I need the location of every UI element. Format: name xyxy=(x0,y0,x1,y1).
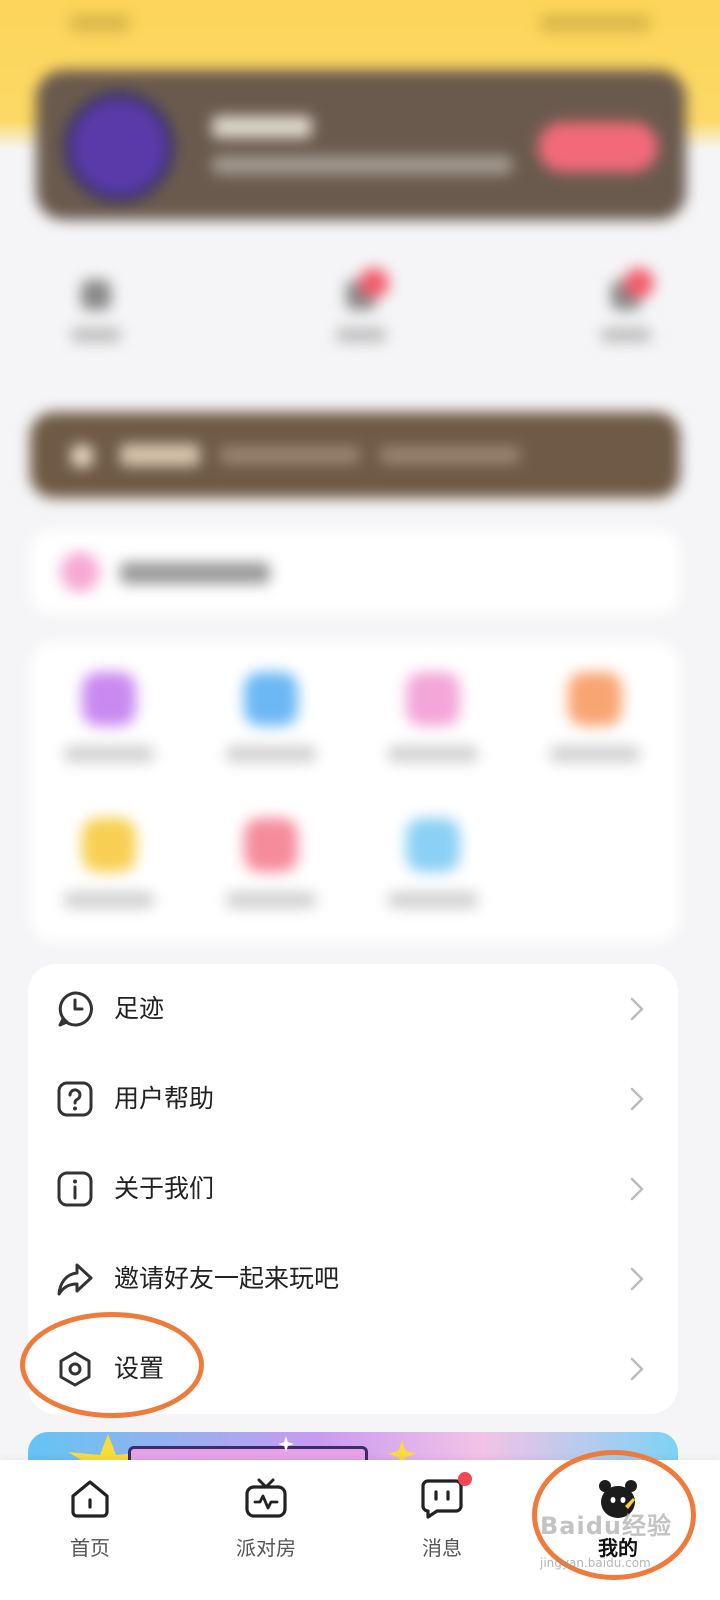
stat-icon xyxy=(81,280,111,310)
feature-label xyxy=(388,892,478,908)
feature-item[interactable] xyxy=(378,792,488,908)
chevron-right-icon xyxy=(630,1177,644,1201)
info-icon xyxy=(57,1171,93,1207)
chevron-right-icon xyxy=(630,1267,644,1291)
stat-item[interactable] xyxy=(596,268,656,360)
menu-item-label: 用户帮助 xyxy=(114,1084,215,1113)
menu-item-label: 邀请好友一起来玩吧 xyxy=(114,1264,340,1293)
feature-label xyxy=(550,746,640,762)
feature-item[interactable] xyxy=(216,792,326,908)
feature-icon xyxy=(406,818,460,872)
stat-item[interactable] xyxy=(331,268,391,360)
feature-item[interactable] xyxy=(54,646,164,762)
feature-icon xyxy=(244,672,298,726)
vip-title xyxy=(120,444,200,466)
stats-row xyxy=(36,268,686,370)
avatar[interactable] xyxy=(64,92,174,202)
promo-icon xyxy=(60,552,100,592)
chevron-right-icon xyxy=(630,997,644,1021)
menu-item-label: 关于我们 xyxy=(114,1174,215,1203)
username xyxy=(212,116,312,138)
clock-chat-icon xyxy=(58,991,93,1027)
feature-item[interactable] xyxy=(378,646,488,762)
feature-icon xyxy=(82,818,136,872)
tv-icon xyxy=(245,1478,287,1518)
tab-home[interactable]: 首页 xyxy=(20,1476,160,1576)
chevron-right-icon xyxy=(630,1087,644,1111)
status-bar xyxy=(0,0,720,50)
chevron-right-icon xyxy=(630,1357,644,1381)
feature-label xyxy=(64,746,154,762)
stat-label xyxy=(601,328,651,342)
promo-row[interactable] xyxy=(30,530,680,614)
feature-label xyxy=(388,746,478,762)
user-subtitle xyxy=(212,156,512,174)
feature-icon xyxy=(244,818,298,872)
menu-item-user-help[interactable]: 用户帮助 xyxy=(28,1054,678,1144)
vip-bar[interactable] xyxy=(30,412,680,498)
feature-item[interactable] xyxy=(54,792,164,908)
question-icon xyxy=(57,1081,93,1117)
menu-item-invite-friends[interactable]: 邀请好友一起来玩吧 xyxy=(28,1234,678,1324)
home-icon xyxy=(71,1480,109,1518)
menu-card: 足迹 用户帮助 关于我们 邀请好友一起来玩吧 设置 xyxy=(28,964,678,1414)
tab-label: 派对房 xyxy=(236,1536,296,1560)
share-icon xyxy=(57,1263,93,1296)
feature-label xyxy=(226,746,316,762)
tab-label: 消息 xyxy=(422,1536,462,1560)
notification-dot xyxy=(359,268,389,298)
promo-text xyxy=(120,562,270,584)
feature-item[interactable] xyxy=(540,646,650,762)
stat-label xyxy=(336,328,386,342)
watermark-url: jingyan.baidu.com xyxy=(540,1556,651,1570)
menu-item-label: 设置 xyxy=(114,1354,165,1383)
profile-action-button[interactable] xyxy=(538,122,658,172)
stat-item[interactable] xyxy=(66,270,126,360)
status-icons xyxy=(540,14,650,32)
notification-dot xyxy=(458,1472,472,1486)
status-time xyxy=(70,14,130,32)
tab-messages[interactable]: 消息 xyxy=(372,1472,512,1576)
notification-dot xyxy=(624,268,654,298)
vip-text xyxy=(380,446,520,464)
menu-item-settings[interactable]: 设置 xyxy=(28,1324,678,1414)
feature-item[interactable] xyxy=(216,646,326,762)
watermark: Baidu经验 xyxy=(540,1512,672,1540)
feature-label xyxy=(64,892,154,908)
menu-item-label: 足迹 xyxy=(114,994,165,1023)
tab-label: 首页 xyxy=(70,1536,110,1560)
profile-card[interactable] xyxy=(36,70,686,220)
message-icon xyxy=(421,1479,463,1519)
vip-text xyxy=(220,446,360,464)
tab-party-room[interactable]: 派对房 xyxy=(196,1476,336,1576)
vip-icon xyxy=(70,444,94,468)
feature-icon xyxy=(406,672,460,726)
stat-label xyxy=(71,328,121,342)
menu-item-about-us[interactable]: 关于我们 xyxy=(28,1144,678,1234)
settings-icon xyxy=(59,1351,91,1387)
feature-label xyxy=(226,892,316,908)
menu-item-footprint[interactable]: 足迹 xyxy=(28,964,678,1054)
feature-icon xyxy=(568,672,622,726)
feature-icon xyxy=(82,672,136,726)
feature-grid xyxy=(30,642,680,942)
